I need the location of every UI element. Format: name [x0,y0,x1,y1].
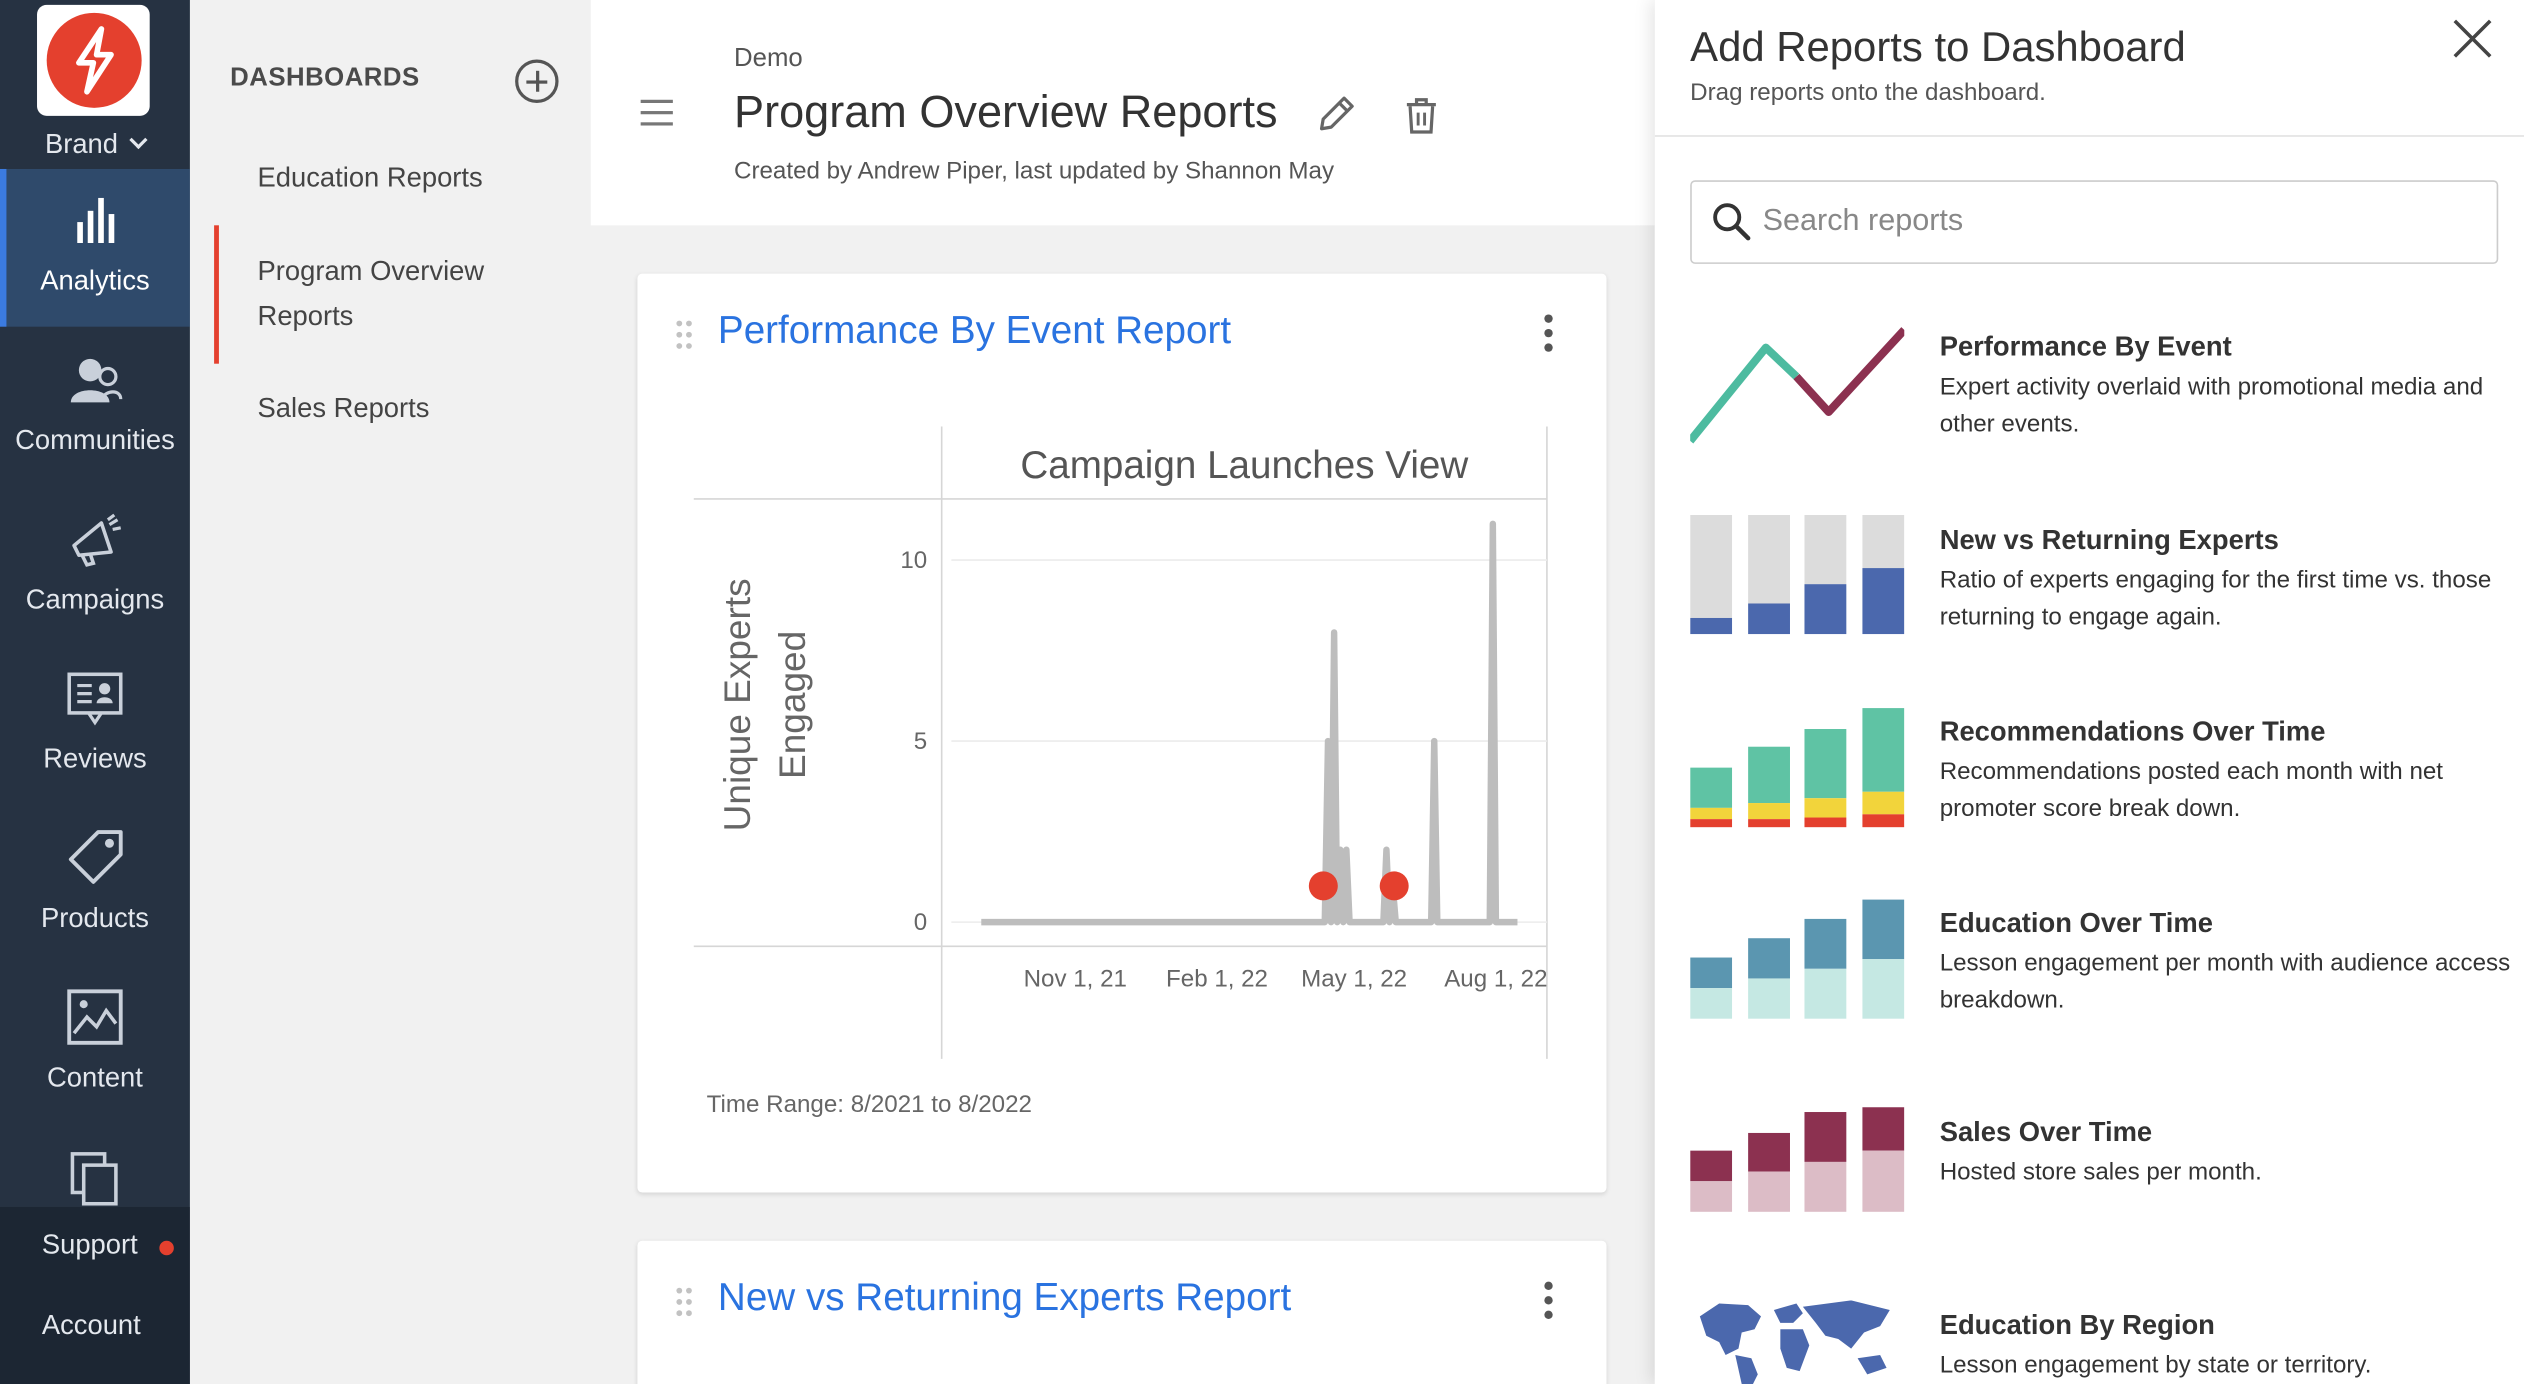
search-icon [1713,203,1751,241]
stacked-bar-thumbnail [1690,1107,1905,1212]
chart-ylabel-line2: Engaged [771,631,813,779]
report-description: Lesson engagement by state or territory. [1939,1351,2372,1380]
event-marker[interactable] [1379,871,1409,901]
nav-label: Campaigns [25,584,165,615]
world-map-thumbnail [1699,1300,1890,1384]
brand-label: Brand [44,128,119,160]
report-item[interactable]: Recommendations Over Time Recommendation… [1690,706,2511,860]
active-indicator [214,225,219,364]
stacked-bar-thumbnail [1690,899,1905,1019]
chart-series-line [981,520,1518,926]
chart-ylabel-line1: Unique Experts [716,578,758,831]
image-icon [67,989,123,1045]
report-description: Ratio of experts engaging for the first … [1939,566,2492,631]
search-input[interactable] [1762,197,2471,247]
report-description: Lesson engagement per month with audienc… [1939,949,2511,1014]
x-tick-label: Feb 1, 22 [1166,966,1268,993]
panel-title: Add Reports to Dashboard [1690,22,2186,71]
chart-title: Campaign Launches View [1020,444,1468,487]
y-tick-label: 10 [900,547,927,574]
people-icon [70,358,123,403]
chevron-down-icon [129,130,148,150]
bar-chart-icon [77,197,115,244]
report-card: Performance By Event Report Campaign Lau… [637,273,1607,1193]
nav-item-campaigns[interactable]: Campaigns [0,488,190,646]
report-card: New vs Returning Experts Report [637,1240,1607,1384]
more-options-icon[interactable] [1540,1279,1556,1321]
support-link[interactable]: Support [42,1230,138,1262]
edit-icon[interactable] [1315,93,1357,135]
nav-item-communities[interactable]: Communities [0,328,190,486]
dashboard-item-education[interactable]: Education Reports [258,156,564,201]
drag-handle-icon[interactable] [674,319,693,351]
left-nav: Brand Analytics Communities Campaigns Re… [0,0,190,1384]
card-title[interactable]: New vs Returning Experts Report [718,1276,1291,1321]
page-meta: Created by Andrew Piper, last updated by… [734,157,1335,186]
brand-logo[interactable] [37,4,150,116]
dashboards-panel: DASHBOARDS Education Reports Program Ove… [189,0,591,1384]
nav-item-analytics[interactable]: Analytics [0,168,190,327]
report-name: New vs Returning Experts [1939,524,2279,556]
trash-icon[interactable] [1405,97,1437,136]
account-link[interactable]: Account [42,1310,141,1342]
search-box[interactable] [1690,180,2499,264]
dashboard-item-program-overview[interactable]: Program Overview Reports [258,249,564,339]
review-icon [67,672,123,726]
breadcrumb[interactable]: Demo [734,45,803,74]
drag-handle-icon[interactable] [674,1286,693,1318]
nav-label: Analytics [40,265,150,297]
more-options-icon[interactable] [1540,312,1556,354]
copy-icon [70,1152,118,1206]
notification-dot [159,1240,174,1256]
nav-label: Communities [15,424,175,456]
report-name: Performance By Event [1939,331,2232,363]
performance-chart: Campaign Launches View Unique Experts En… [693,426,1548,1059]
add-reports-panel: Add Reports to Dashboard Drag reports on… [1654,0,2524,1384]
page-header: Demo Program Overview Reports Created by… [590,0,1655,226]
megaphone-icon [72,513,122,567]
report-name: Education By Region [1939,1309,2215,1341]
stacked-bar-thumbnail [1690,708,1905,828]
report-item[interactable]: New vs Returning Experts Ratio of expert… [1690,514,2511,669]
report-description: Hosted store sales per month. [1939,1158,2262,1187]
lightning-icon [76,26,114,95]
nav-item-products[interactable]: Products [0,806,190,964]
stacked-bar-thumbnail [1690,514,1905,635]
nav-label: Reviews [43,743,147,775]
nav-item-content[interactable]: Content [0,966,190,1124]
nav-item-more[interactable] [0,1127,190,1207]
report-item[interactable]: Education By Region Lesson engagement by… [1690,1300,2511,1384]
nav-item-reviews[interactable]: Reviews [0,647,190,805]
dashboards-heading: DASHBOARDS [230,64,420,92]
dashboard-item-sales[interactable]: Sales Reports [258,386,564,431]
report-name: Recommendations Over Time [1939,716,2326,747]
brand-switcher[interactable]: Brand [0,129,190,161]
report-description: Expert activity overlaid with promotiona… [1939,373,2484,437]
report-description: Recommendations posted each month with n… [1939,757,2444,822]
time-range: Time Range: 8/2021 to 8/2022 [706,1091,1032,1119]
y-tick-label: 5 [914,728,927,755]
x-tick-label: May 1, 22 [1301,966,1407,993]
nav-label: Products [40,902,149,934]
page-title: Program Overview Reports [734,86,1278,137]
report-name: Sales Over Time [1939,1116,2153,1148]
x-tick-label: Aug 1, 22 [1444,966,1547,993]
close-icon[interactable] [2450,16,2495,61]
report-name: Education Over Time [1939,907,2213,939]
menu-icon[interactable] [640,99,673,103]
panel-divider [1654,135,2524,137]
card-title[interactable]: Performance By Event Report [718,309,1231,354]
panel-subtitle: Drag reports onto the dashboard. [1690,78,2046,107]
y-tick-label: 0 [914,909,927,936]
report-item[interactable]: Education Over Time Lesson engagement pe… [1690,898,2511,1052]
report-item[interactable]: Performance By Event Expert activity ove… [1690,322,2511,476]
support-section: Support Account [0,1206,190,1384]
x-tick-label: Nov 1, 21 [1024,966,1127,993]
line-chart-thumbnail [1690,327,1905,444]
tag-icon [68,830,123,884]
add-dashboard-icon[interactable] [515,59,559,103]
report-item[interactable]: Sales Over Time Hosted store sales per m… [1690,1107,2511,1261]
nav-label: Content [47,1062,143,1093]
event-marker[interactable] [1308,871,1338,901]
